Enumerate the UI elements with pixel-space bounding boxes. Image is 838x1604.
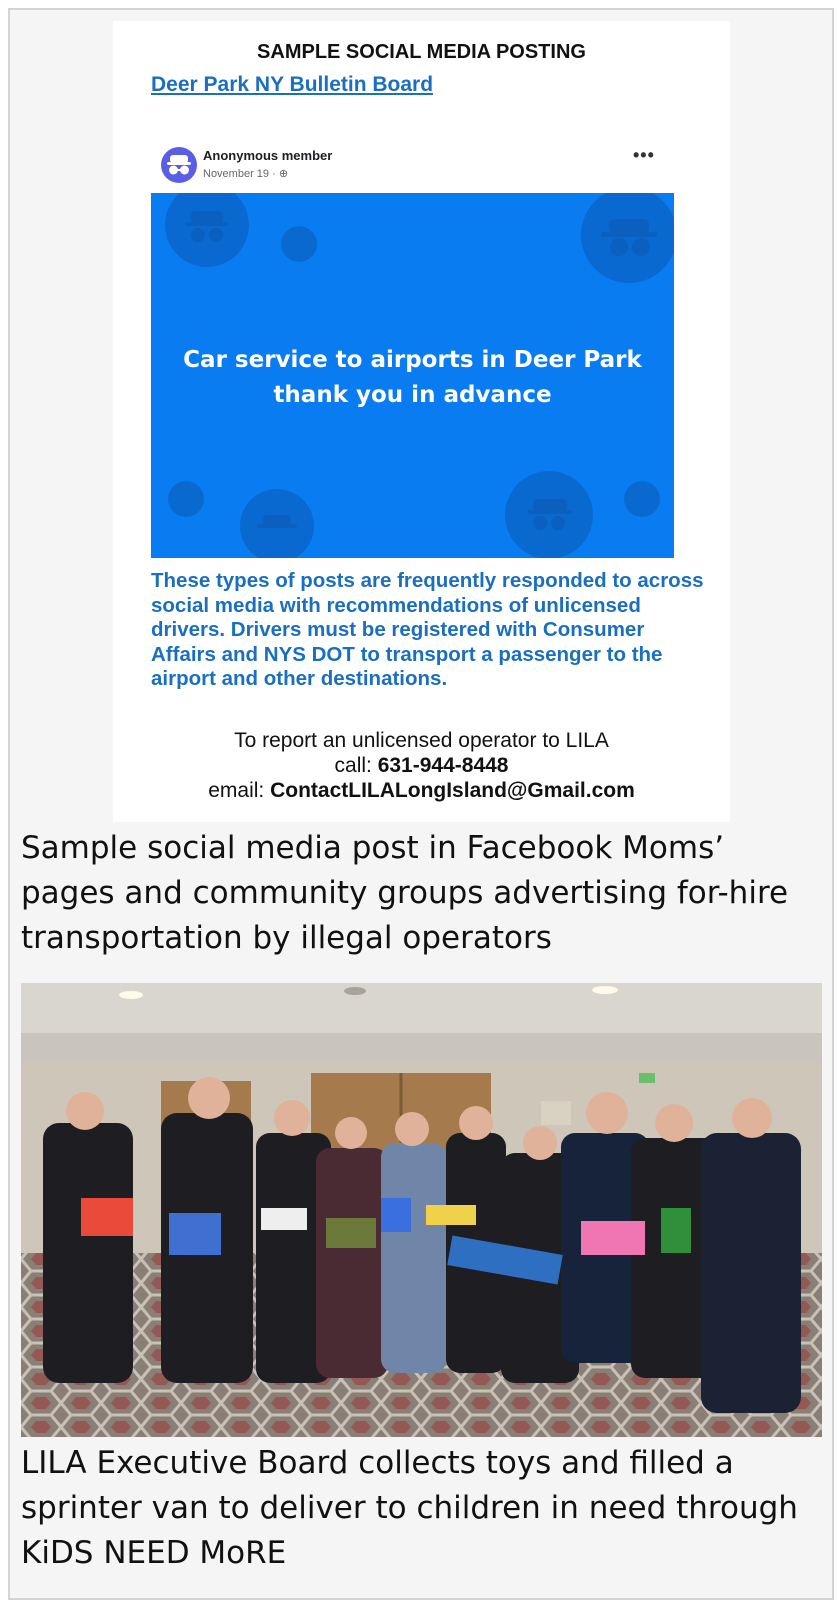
more-options-icon[interactable]: ••• xyxy=(633,145,655,166)
email-address[interactable]: ContactLILALongIsland@Gmail.com xyxy=(270,779,635,802)
call-line: call: 631-944-8448 xyxy=(113,753,730,778)
post-header: Anonymous member November 19 · ⊕ ••• xyxy=(161,145,681,189)
warning-paragraph: These types of posts are frequently resp… xyxy=(151,569,704,690)
anonymous-avatar-icon xyxy=(161,147,197,183)
caption-social-media: Sample social media post in Facebook Mom… xyxy=(21,830,789,956)
post-image: Car service to airports in Deer Park tha… xyxy=(151,193,674,558)
post-image-text: Car service to airports in Deer Park tha… xyxy=(151,343,674,413)
sample-heading: SAMPLE SOCIAL MEDIA POSTING xyxy=(257,41,586,63)
post-image-line-1: Car service to airports in Deer Park xyxy=(183,347,642,373)
post-author: Anonymous member xyxy=(203,148,333,163)
phone-number[interactable]: 631-944-8448 xyxy=(378,754,509,777)
caption-toy-drive: LILA Executive Board collects toys and f… xyxy=(21,1445,798,1571)
board-group-photo xyxy=(21,983,822,1437)
email-line: email: ContactLILALongIsland@Gmail.com xyxy=(113,778,730,803)
group-link[interactable]: Deer Park NY Bulletin Board xyxy=(151,73,433,97)
social-media-sample-image: SAMPLE SOCIAL MEDIA POSTING Deer Park NY… xyxy=(113,21,730,822)
email-label: email: xyxy=(208,779,271,802)
call-label: call: xyxy=(334,754,378,777)
post-meta: November 19 · ⊕ xyxy=(203,167,288,180)
report-contact-block: To report an unlicensed operator to LILA… xyxy=(113,728,730,803)
globe-icon: ⊕ xyxy=(278,168,289,180)
post-date: November 19 · xyxy=(203,168,279,180)
post-image-line-2: thank you in advance xyxy=(273,382,552,408)
report-line: To report an unlicensed operator to LILA xyxy=(234,729,609,752)
